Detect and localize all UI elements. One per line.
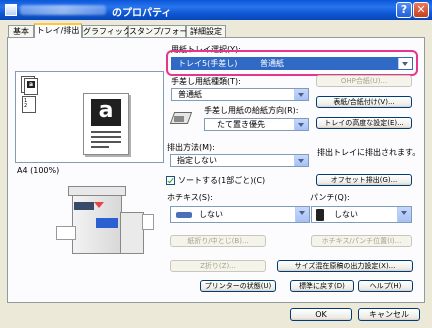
paper-size-label: A4 (100%) [17,166,60,175]
output-tray-note: 排出トレイに排出されます。 [317,148,421,157]
help-button[interactable]: ヘルプ(H) [358,280,413,292]
paper-preview: a a 12 a [15,71,164,163]
title-bar: のプロパティ ? ✕ [0,0,432,20]
chevron-down-icon [295,207,309,222]
bypass-type-label: 手差し用紙種類(T): [171,77,241,86]
sort-checkbox[interactable] [166,176,175,185]
tab-basic[interactable]: 基本 [8,25,34,37]
output-method-label: 排出方法(M): [167,143,215,152]
tab-graphics[interactable]: グラフィックス [82,25,139,37]
multi-page-icon: 12 [22,96,36,113]
offset-output-button[interactable]: オフセット排出(G)... [316,174,412,186]
stapler-value: しない [199,210,223,219]
paper-feed-icon [169,108,193,128]
punch-dropdown[interactable]: しない [311,206,412,223]
tab-tray-output[interactable]: トレイ/排出 [34,23,82,38]
window-title: のプロパティ [112,8,172,19]
orientation-dropdown[interactable]: たて置き優先 [204,118,309,131]
printer-illustration [36,182,154,270]
z-fold-button[interactable]: Z折り(Z)... [170,260,266,272]
tab-stamp-form[interactable]: スタンプ/フォーム [128,25,195,37]
cover-insert-button[interactable]: 表紙/合紙付け(V)... [316,96,412,108]
tray-select-highlight [166,50,418,76]
printer-status-button[interactable]: プリンターの状態(U) [200,280,276,292]
ok-button[interactable]: OK [290,308,352,321]
mixed-size-output-button[interactable]: サイズ混在原稿の出力設定(X)... [277,260,413,272]
chevron-down-icon [294,155,308,166]
stapler-label: ホチキス(S): [167,193,213,202]
output-method-value: 指定しない [177,156,217,165]
stapler-icon [176,212,192,218]
ohp-interleave-button[interactable]: OHP合紙(U)... [316,75,412,87]
punch-value: しない [334,210,358,219]
paper-icon: a a [21,76,38,95]
fold-saddle-button[interactable]: 紙折り/中とじ(B)... [170,235,266,247]
stapler-dropdown[interactable]: しない [170,206,310,223]
printer-name-blurred [20,5,106,15]
chevron-down-icon [294,89,308,100]
sort-label: ソートする(1部ごと)(C) [178,176,266,185]
tab-advanced[interactable]: 詳細設定 [186,25,226,37]
chevron-down-icon [397,207,411,222]
bypass-type-dropdown[interactable]: 普通紙 [171,88,309,101]
help-icon[interactable]: ? [396,2,412,18]
page-preview-a: a [83,93,129,155]
app-icon [5,4,17,16]
orientation-value: たて置き優先 [217,120,265,129]
orientation-label: 手差し用紙の給紙方向(R): [204,106,299,115]
close-icon[interactable]: ✕ [413,2,429,18]
restore-default-button[interactable]: 標準に戻す(D) [290,280,354,292]
cancel-button[interactable]: キャンセル [358,308,420,321]
punch-label: パンチ(Q): [310,193,350,202]
tray-advanced-button[interactable]: トレイの高度な設定(E)... [316,117,412,129]
punch-icon [316,209,324,221]
chevron-down-icon [294,119,308,130]
bypass-type-value: 普通紙 [178,90,202,99]
output-method-dropdown[interactable]: 指定しない [170,154,309,167]
staple-punch-position-button[interactable]: ホチキス/パンチ位置(I)... [311,235,412,247]
